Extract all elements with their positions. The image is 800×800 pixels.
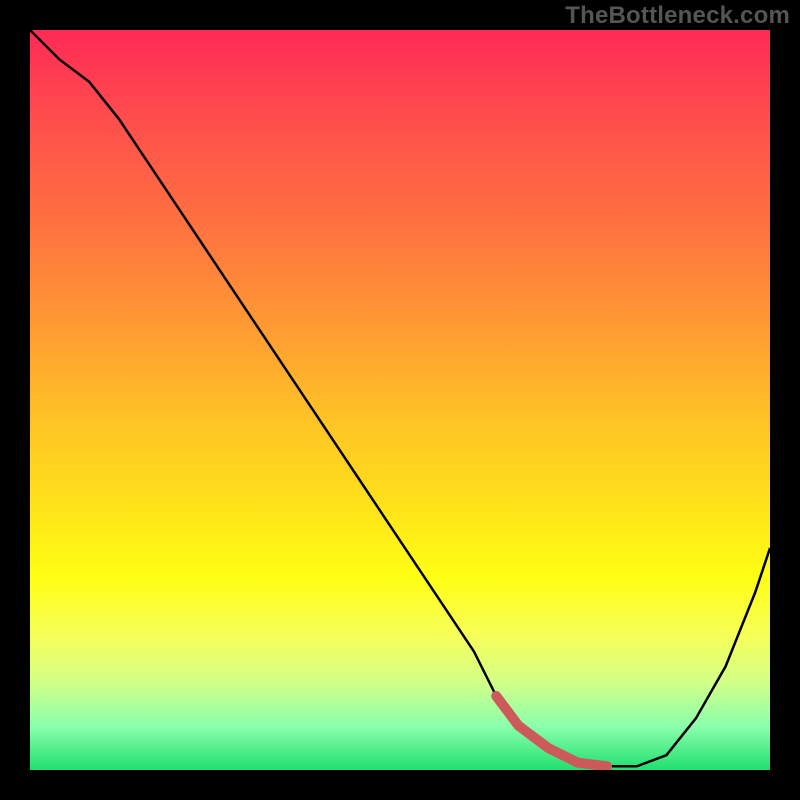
curve-highlight — [496, 696, 607, 766]
plot-area — [30, 30, 770, 770]
chart-container: TheBottleneck.com — [0, 0, 800, 800]
attribution-label: TheBottleneck.com — [565, 2, 790, 30]
curve-path — [30, 30, 770, 766]
bottleneck-curve — [30, 30, 770, 770]
